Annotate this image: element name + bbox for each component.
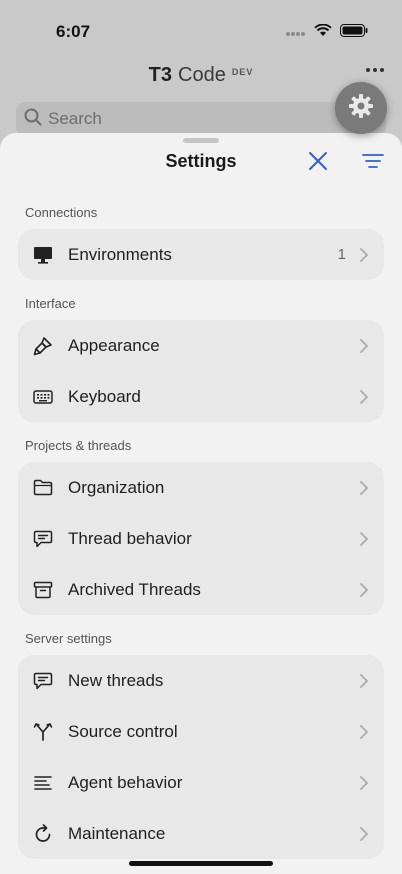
settings-gear-button[interactable] [335, 82, 387, 134]
app-brand: T3 [148, 64, 172, 86]
settings-row-source-control[interactable]: Source control [18, 706, 384, 757]
row-label: Archived Threads [68, 579, 201, 599]
environments-count: 1 [337, 246, 346, 263]
row-label: Appearance [68, 335, 160, 355]
more-icon[interactable] [366, 68, 384, 72]
chevron-right-icon [358, 826, 370, 841]
settings-row-archived-threads[interactable]: Archived Threads [18, 564, 384, 615]
row-label: New threads [68, 670, 164, 690]
chevron-right-icon [358, 389, 370, 404]
battery-icon [340, 24, 368, 42]
section-label-projects-threads: Projects & threads [25, 438, 132, 453]
group-interface: Appearance Keyboard [18, 320, 384, 422]
status-icons [286, 23, 368, 42]
chevron-right-icon [358, 247, 370, 262]
signal-icon [286, 24, 306, 42]
refresh-icon [32, 823, 54, 845]
section-label-connections: Connections [25, 205, 98, 220]
settings-row-keyboard[interactable]: Keyboard [18, 371, 384, 422]
chevron-right-icon [358, 531, 370, 546]
settings-row-organization[interactable]: Organization [18, 462, 384, 513]
section-label-interface: Interface [25, 296, 76, 311]
group-connections: Environments 1 [18, 229, 384, 280]
lines-icon [32, 772, 54, 794]
archive-icon [32, 579, 54, 601]
keyboard-icon [32, 386, 54, 408]
search-input[interactable] [48, 109, 328, 129]
settings-row-thread-behavior[interactable]: Thread behavior [18, 513, 384, 564]
sheet-grabber[interactable] [183, 138, 219, 143]
chevron-right-icon [358, 724, 370, 739]
settings-row-environments[interactable]: Environments 1 [18, 229, 384, 280]
settings-row-new-threads[interactable]: New threads [18, 655, 384, 706]
dev-badge: DEV [231, 67, 254, 77]
status-bar: 6:07 [0, 0, 402, 56]
close-icon [308, 151, 328, 176]
monitor-icon [32, 244, 54, 266]
git-branch-icon [32, 721, 54, 743]
gear-icon [348, 93, 374, 124]
row-label: Source control [68, 721, 178, 741]
settings-sheet: Settings Connections Environments 1 Inte… [0, 133, 402, 874]
filter-icon [362, 153, 384, 174]
status-time: 6:07 [56, 22, 91, 41]
settings-row-agent-behavior[interactable]: Agent behavior [18, 757, 384, 808]
search-bar[interactable] [16, 102, 386, 136]
chevron-right-icon [358, 582, 370, 597]
row-label: Agent behavior [68, 772, 183, 792]
chevron-right-icon [358, 338, 370, 353]
message-icon [32, 528, 54, 550]
chevron-right-icon [358, 775, 370, 790]
section-label-server-settings: Server settings [25, 631, 112, 646]
folder-icon [32, 477, 54, 499]
row-label: Environments [68, 244, 172, 264]
search-icon [24, 108, 42, 131]
chevron-right-icon [358, 480, 370, 495]
app-name: Code [178, 64, 226, 86]
brush-icon [32, 335, 54, 357]
row-label: Organization [68, 477, 165, 497]
close-button[interactable] [305, 150, 331, 176]
sheet-title: Settings [165, 151, 237, 171]
app-title: T3 Code DEV [149, 64, 254, 87]
group-server-settings: New threads Source control Agent behavio… [18, 655, 384, 859]
wifi-icon [314, 23, 332, 42]
message-icon [32, 670, 54, 692]
settings-row-maintenance[interactable]: Maintenance [18, 808, 384, 859]
chevron-right-icon [358, 673, 370, 688]
row-label: Keyboard [68, 386, 141, 406]
row-label: Maintenance [68, 823, 166, 843]
group-projects-threads: Organization Thread behavior Archived Th… [18, 462, 384, 615]
home-indicator[interactable] [129, 861, 273, 866]
filter-button[interactable] [360, 150, 386, 176]
row-label: Thread behavior [68, 528, 192, 548]
settings-row-appearance[interactable]: Appearance [18, 320, 384, 371]
